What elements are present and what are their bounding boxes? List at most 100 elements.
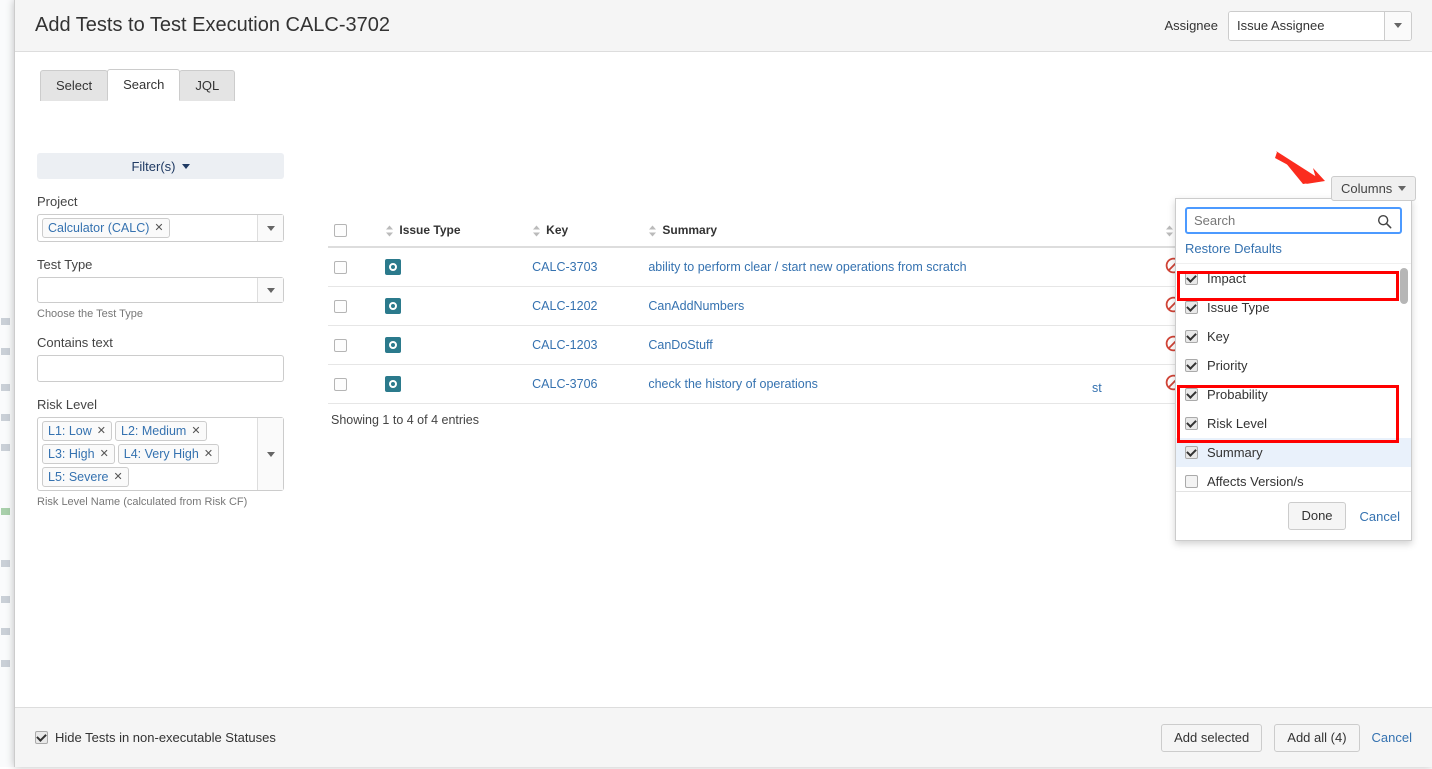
row-select-cell (328, 286, 380, 327)
row-checkbox[interactable] (334, 300, 347, 314)
checkbox-checked-icon[interactable] (1185, 359, 1198, 372)
risk-level-select[interactable]: L1: Low ✕ L2: Medium ✕ L3: High ✕ L4: Ve… (37, 417, 284, 491)
issue-key-link[interactable]: CALC-1202 (532, 299, 597, 313)
assignee-select[interactable]: Issue Assignee (1228, 10, 1412, 41)
row-checkbox[interactable] (334, 261, 347, 275)
checkbox-checked-icon[interactable] (1185, 301, 1198, 314)
row-select-cell (328, 325, 380, 366)
checkbox-checked-icon[interactable] (1185, 446, 1198, 459)
tab-search[interactable]: Search (107, 69, 181, 101)
add-tests-dialog: Add Tests to Test Execution CALC-3702 As… (14, 0, 1432, 767)
risk-level-tag[interactable]: L1: Low ✕ (42, 421, 112, 441)
issue-key-link[interactable]: CALC-3703 (532, 260, 597, 274)
checkbox-unchecked-icon[interactable] (1185, 475, 1198, 488)
columns-list-scrollbar[interactable] (1400, 268, 1408, 488)
chevron-down-icon[interactable] (257, 418, 283, 490)
columns-item-affects-versions[interactable]: Affects Version/s (1176, 467, 1411, 491)
header-label: Key (546, 223, 569, 238)
chevron-down-icon[interactable] (257, 215, 283, 241)
risk-level-tag[interactable]: L2: Medium ✕ (115, 421, 207, 441)
test-type-label: Test Type (37, 257, 93, 272)
header-summary[interactable]: Summary (642, 215, 1159, 249)
background-text-fragment (1, 318, 10, 325)
add-selected-button[interactable]: Add selected (1161, 723, 1263, 752)
chevron-down-icon[interactable] (1384, 11, 1411, 40)
checkbox-checked-icon[interactable] (1185, 388, 1198, 401)
scrollbar-thumb[interactable] (1400, 268, 1408, 304)
columns-item-key[interactable]: Key (1176, 322, 1411, 351)
footer-cancel-link[interactable]: Cancel (1372, 730, 1412, 745)
checkbox-checked-icon[interactable] (1185, 417, 1198, 430)
row-key-cell: CALC-3703 (526, 247, 643, 288)
background-text-fragment (1, 444, 10, 451)
background-text-fragment (1, 348, 10, 355)
issue-summary-link[interactable]: CanAddNumbers (648, 299, 744, 313)
test-issue-icon (385, 376, 402, 393)
checkbox-checked-icon[interactable] (1185, 272, 1198, 285)
filters-toggle-button[interactable]: Filter(s) (37, 153, 284, 179)
risk-level-tag-label: L2: Medium (121, 424, 187, 438)
tab-select[interactable]: Select (40, 70, 109, 101)
columns-search-input[interactable] (1185, 207, 1402, 234)
issue-summary-link[interactable]: CanDoStuff (648, 338, 712, 352)
columns-item-summary[interactable]: Summary (1176, 438, 1411, 467)
header-issue-type[interactable]: Issue Type (379, 215, 527, 249)
chevron-down-icon[interactable] (257, 278, 283, 302)
row-issue-type-cell (379, 364, 527, 405)
row-summary-cell: ability to perform clear / start new ope… (642, 247, 1159, 288)
contains-text-input[interactable] (37, 355, 284, 382)
columns-item-risk-level[interactable]: Risk Level (1176, 409, 1411, 438)
risk-level-tag[interactable]: L5: Severe ✕ (42, 467, 129, 487)
remove-icon[interactable]: ✕ (113, 469, 122, 485)
row-select-cell (328, 364, 380, 405)
restore-defaults-link[interactable]: Restore Defaults (1176, 238, 1411, 263)
project-tags[interactable]: Calculator (CALC) ✕ (38, 215, 257, 241)
columns-dropdown-footer: Done Cancel (1176, 491, 1411, 540)
project-field: Project Calculator (CALC) ✕ (37, 194, 284, 242)
risk-level-tags[interactable]: L1: Low ✕ L2: Medium ✕ L3: High ✕ L4: Ve… (38, 418, 257, 490)
background-text-fragment (1, 384, 10, 391)
remove-icon[interactable]: ✕ (97, 423, 106, 439)
issue-summary-link[interactable]: ability to perform clear / start new ope… (648, 260, 966, 274)
risk-level-tag-label: L4: Very High (123, 447, 199, 461)
select-all-header (328, 215, 380, 249)
pagination-tail-link[interactable]: st (1092, 381, 1102, 395)
columns-item-issue-type[interactable]: Issue Type (1176, 293, 1411, 322)
dialog-body: Select Search JQL Filter(s) Project Calc… (15, 52, 1432, 751)
checkbox-checked-icon[interactable] (35, 731, 48, 744)
columns-item-probability[interactable]: Probability (1176, 380, 1411, 409)
test-type-value[interactable] (38, 278, 257, 302)
remove-icon[interactable]: ✕ (154, 220, 163, 236)
issue-summary-link[interactable]: check the history of operations (648, 377, 818, 391)
columns-button[interactable]: Columns (1331, 176, 1417, 201)
risk-level-tag[interactable]: L4: Very High ✕ (117, 444, 220, 464)
checkbox-checked-icon[interactable] (1185, 330, 1198, 343)
filters-toggle-label: Filter(s) (131, 158, 176, 174)
issue-key-link[interactable]: CALC-1203 (532, 338, 597, 352)
done-button[interactable]: Done (1288, 502, 1346, 530)
issue-key-link[interactable]: CALC-3706 (532, 377, 597, 391)
remove-icon[interactable]: ✕ (100, 446, 109, 462)
test-type-select[interactable] (37, 277, 284, 303)
project-label: Project (37, 194, 78, 209)
select-all-checkbox[interactable] (334, 224, 347, 238)
hide-tests-checkbox-row[interactable]: Hide Tests in non-executable Statuses (35, 730, 276, 745)
columns-item-priority[interactable]: Priority (1176, 351, 1411, 380)
header-key[interactable]: Key (526, 215, 643, 249)
columns-button-label: Columns (1341, 181, 1393, 196)
risk-level-tag[interactable]: L3: High ✕ (42, 444, 115, 464)
row-checkbox[interactable] (334, 378, 347, 392)
tab-bar: Select Search JQL (40, 69, 236, 101)
project-tag[interactable]: Calculator (CALC) ✕ (42, 218, 170, 238)
add-all-button[interactable]: Add all (4) (1274, 723, 1360, 752)
columns-item-impact[interactable]: Impact (1176, 264, 1411, 293)
tab-jql[interactable]: JQL (179, 70, 236, 101)
project-select[interactable]: Calculator (CALC) ✕ (37, 214, 284, 242)
row-checkbox[interactable] (334, 339, 347, 353)
remove-icon[interactable]: ✕ (204, 446, 213, 462)
test-issue-icon (385, 298, 402, 315)
assignee-label: Assignee (1164, 18, 1218, 33)
columns-cancel-link[interactable]: Cancel (1360, 509, 1400, 524)
assignee-value[interactable]: Issue Assignee (1229, 11, 1384, 40)
remove-icon[interactable]: ✕ (191, 423, 200, 439)
